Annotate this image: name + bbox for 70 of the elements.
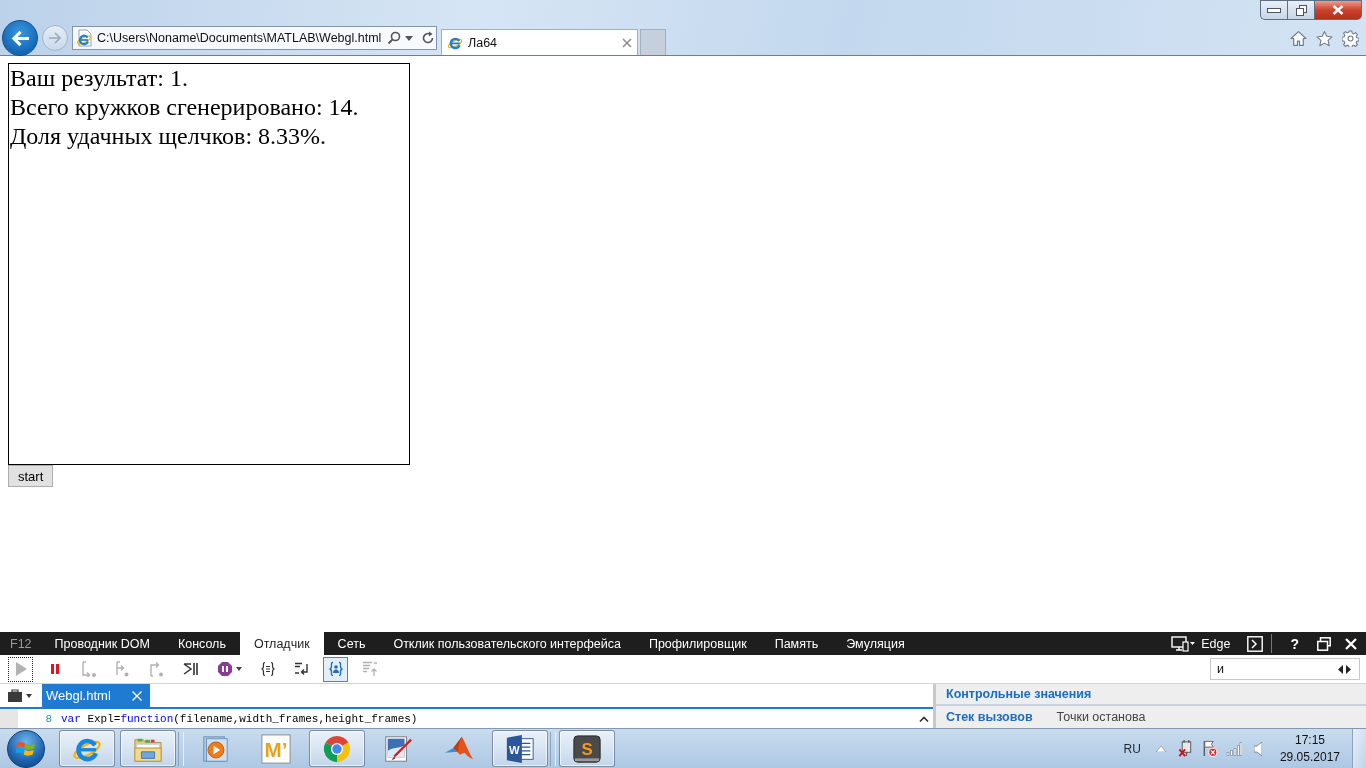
devtools-tab[interactable]: Сеть [323, 632, 380, 655]
language-indicator[interactable]: RU [1123, 741, 1141, 756]
folder-icon[interactable] [7, 689, 23, 702]
result-text: Доля удачных щелчков: 8.33%. [9, 122, 328, 151]
start-button[interactable]: start [8, 465, 54, 487]
devtools-tab[interactable]: Отладчик [239, 632, 324, 655]
clock-date[interactable]: 29.05.2017 [1279, 748, 1340, 766]
code-line: var Expl=function(filename,width_frames,height_frames) [61, 712, 418, 725]
devtools-tab[interactable]: Память [760, 632, 833, 655]
braces-lines-icon[interactable] [259, 661, 276, 677]
find-field[interactable]: и [1210, 658, 1360, 680]
wrap-arrow-icon[interactable] [293, 661, 310, 677]
back-button[interactable] [2, 20, 38, 56]
braces-person-icon[interactable] [327, 661, 344, 677]
power-plug-icon[interactable] [1177, 740, 1194, 757]
play-circle-icon[interactable] [200, 733, 230, 764]
triangle-bars-icon[interactable] [182, 661, 199, 677]
caret-up-icon[interactable] [919, 715, 929, 722]
page-logo-icon [76, 29, 92, 47]
signal-bars-icon[interactable] [1225, 740, 1242, 757]
panel-tab[interactable]: Точки останова [1056, 710, 1146, 724]
taskbar-button[interactable] [309, 730, 365, 767]
flag-icon[interactable] [1201, 740, 1218, 757]
find-previous-icon[interactable] [1338, 664, 1343, 674]
search-icon[interactable] [387, 31, 402, 45]
star-icon[interactable] [1316, 29, 1333, 47]
devtools-tab[interactable]: Консоль [163, 632, 240, 655]
devtools-tab[interactable]: Профилировщик [634, 632, 761, 655]
panel-tab[interactable]: Стек вызовов [946, 710, 1033, 724]
refresh-icon[interactable] [421, 31, 436, 45]
close-button[interactable] [1315, 0, 1362, 20]
devtools-tab[interactable]: Отклик пользовательского интерфейса [379, 632, 635, 655]
file-tab[interactable]: Webgl.html [42, 684, 150, 707]
devtools-tab[interactable]: Проводник DOM [40, 632, 164, 655]
restore-icon[interactable] [1295, 4, 1307, 16]
result-text: Ваш результат: 1. [9, 64, 189, 93]
monitor-icon[interactable] [1171, 635, 1196, 652]
help-button[interactable]: ? [1286, 635, 1303, 652]
panel-heading[interactable]: Контрольные значения [946, 687, 1092, 701]
caret-icon[interactable] [405, 35, 414, 41]
browser-tab[interactable]: Ла64 [441, 29, 638, 55]
taskbar-button[interactable]: S [559, 730, 615, 767]
home-icon[interactable] [1290, 29, 1307, 47]
tricolor-circle-icon[interactable] [322, 733, 352, 764]
arrow-left-icon[interactable] [10, 29, 30, 47]
minimize-icon[interactable] [1267, 7, 1281, 13]
result-text: Всего кружков сгенерировано: 14. [9, 93, 360, 122]
picture-brush-icon[interactable] [383, 733, 413, 764]
octagon-pause-icon[interactable] [216, 661, 233, 677]
minimize-button[interactable] [1260, 0, 1287, 20]
line-number: 8 [44, 712, 52, 725]
restore-button[interactable] [1287, 0, 1315, 20]
emulation-mode[interactable]: Edge [1201, 636, 1231, 651]
dark-tile-icon[interactable]: S [572, 733, 602, 764]
windows-flag-icon [16, 739, 36, 758]
devtools-label: F12 [9, 635, 33, 653]
taskbar-button[interactable] [120, 730, 176, 767]
caret-icon[interactable] [26, 693, 32, 698]
settings-icon[interactable] [1342, 29, 1359, 47]
restore-icon[interactable] [1317, 636, 1331, 651]
devtools-tab[interactable]: Эмуляция [832, 632, 919, 655]
taskbar-button[interactable]: W [492, 730, 548, 767]
address-field[interactable]: C:\Users\Noname\Documents\MATLAB\Webgl.html [72, 26, 437, 50]
speaker-icon[interactable] [1253, 741, 1262, 756]
console-icon[interactable] [1247, 635, 1264, 652]
find-next-icon[interactable] [1346, 664, 1351, 674]
caret-icon[interactable] [235, 667, 242, 671]
clock-time[interactable]: 17:15 [1294, 731, 1325, 749]
taskbar-button[interactable] [59, 730, 115, 767]
start-button[interactable] [7, 729, 45, 768]
